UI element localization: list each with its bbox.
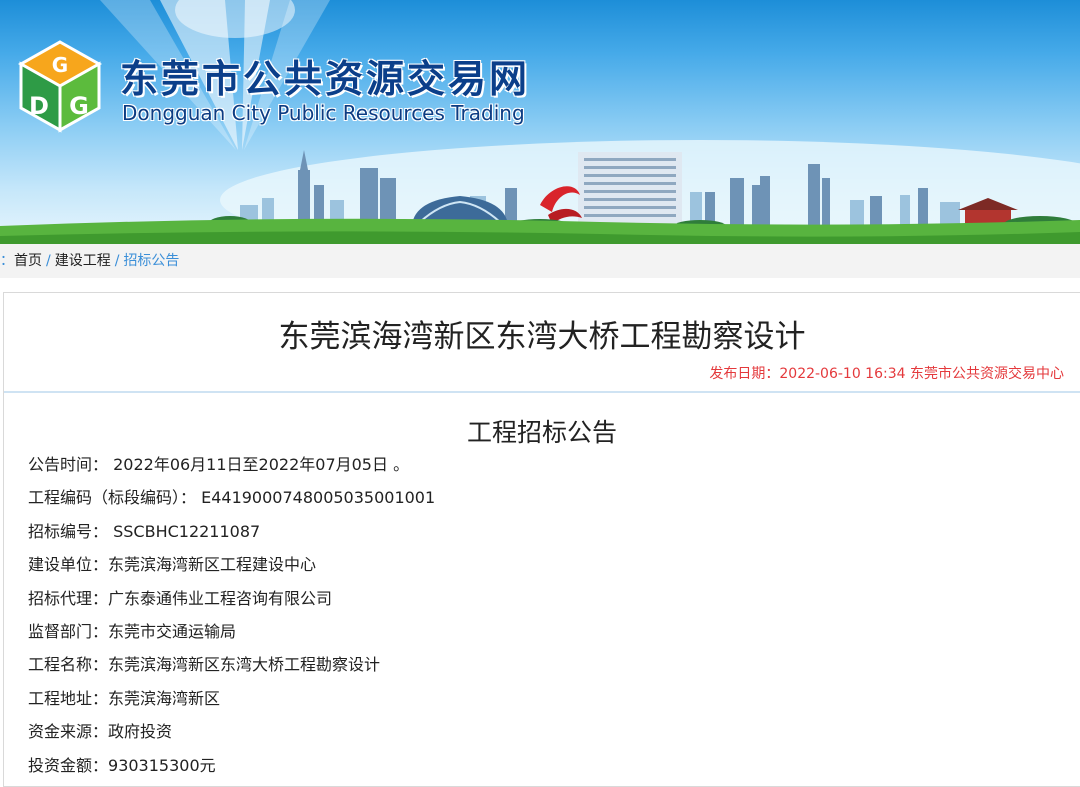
notice-field-list: 公告时间： 2022年06月11日至2022年07月05日 。 工程编码（标段编…	[4, 453, 1080, 787]
page-title: 东莞滨海湾新区东湾大桥工程勘察设计	[278, 319, 806, 355]
field-value: 广东泰通伟业工程咨询有限公司	[108, 588, 333, 608]
field-label: 工程名称：	[28, 655, 109, 675]
site-title: 东莞市公共资源交易网	[120, 56, 531, 101]
field-row-project-name: 工程名称：东莞滨海湾新区东湾大桥工程勘察设计	[28, 653, 1080, 686]
svg-text:D: D	[29, 92, 49, 120]
field-label: 建设单位：	[28, 555, 109, 575]
field-value: 930315300元	[108, 755, 216, 775]
field-row-tender-number: 招标编号： SSCBHC12211087	[28, 520, 1080, 553]
field-value: SSCBHC12211087	[108, 521, 261, 541]
dg-cube-logo-icon: G D G	[17, 40, 103, 133]
field-label: 招标编号：	[28, 521, 109, 541]
svg-text:G: G	[69, 92, 89, 120]
field-value: 东莞市交通运输局	[108, 621, 237, 641]
breadcrumb-link-home[interactable]: 首页	[14, 253, 42, 269]
publish-datetime: 2022-06-10 16:34	[779, 366, 906, 382]
breadcrumb-separator: /	[46, 253, 51, 269]
field-value: 东莞滨海湾新区	[108, 688, 221, 708]
field-row-builder: 建设单位：东莞滨海湾新区工程建设中心	[28, 553, 1080, 586]
publish-info: 发布日期：2022-06-10 16:34 东莞市公共资源交易中心	[4, 359, 1080, 389]
field-row-announcement-period: 公告时间： 2022年06月11日至2022年07月05日 。	[28, 453, 1080, 486]
field-row-funding-source: 资金来源：政府投资	[28, 720, 1080, 753]
field-row-project-address: 工程地址：东莞滨海湾新区	[28, 687, 1080, 720]
content-subtitle: 工程招标公告	[466, 418, 617, 447]
site-title-english: Dongguan City Public Resources Trading	[122, 101, 525, 125]
field-value: 东莞滨海湾新区东湾大桥工程勘察设计	[108, 655, 381, 675]
breadcrumb-separator: /	[114, 253, 120, 269]
notice-panel: 东莞滨海湾新区东湾大桥工程勘察设计 发布日期：2022-06-10 16:34 …	[3, 292, 1080, 787]
field-label: 工程编码（标段编码）：	[28, 488, 197, 508]
field-row-tender-agent: 招标代理：广东泰通伟业工程咨询有限公司	[28, 587, 1080, 620]
field-label: 监督部门：	[28, 621, 109, 641]
field-value: 政府投资	[108, 722, 173, 742]
field-value: 2022年06月11日至2022年07月05日 。	[108, 455, 410, 474]
publisher: 东莞市公共资源交易中心	[910, 366, 1064, 382]
field-row-supervisor: 监督部门：东莞市交通运输局	[28, 620, 1080, 653]
field-value: 东莞滨海湾新区工程建设中心	[108, 555, 317, 575]
svg-text:G: G	[52, 53, 68, 77]
breadcrumb: 置：首页/建设工程/招标公告	[0, 244, 1080, 278]
breadcrumb-link-construction[interactable]: 建设工程	[55, 253, 111, 269]
field-label: 资金来源：	[28, 722, 109, 742]
field-row-project-code: 工程编码（标段编码）： E4419000748005035001001	[28, 486, 1080, 519]
publish-label: 发布日期：	[709, 366, 780, 382]
breadcrumb-current: 招标公告	[123, 253, 180, 269]
field-value: E4419000748005035001001	[196, 488, 436, 508]
field-label: 投资金额：	[28, 755, 109, 775]
site-banner: G D G 东莞市公共资源交易网 Dongguan City Public Re…	[0, 0, 1080, 244]
field-label: 招标代理：	[28, 588, 109, 608]
field-label: 公告时间：	[28, 455, 109, 474]
field-label: 工程地址：	[28, 688, 109, 708]
breadcrumb-prefix: 置：	[0, 253, 14, 269]
